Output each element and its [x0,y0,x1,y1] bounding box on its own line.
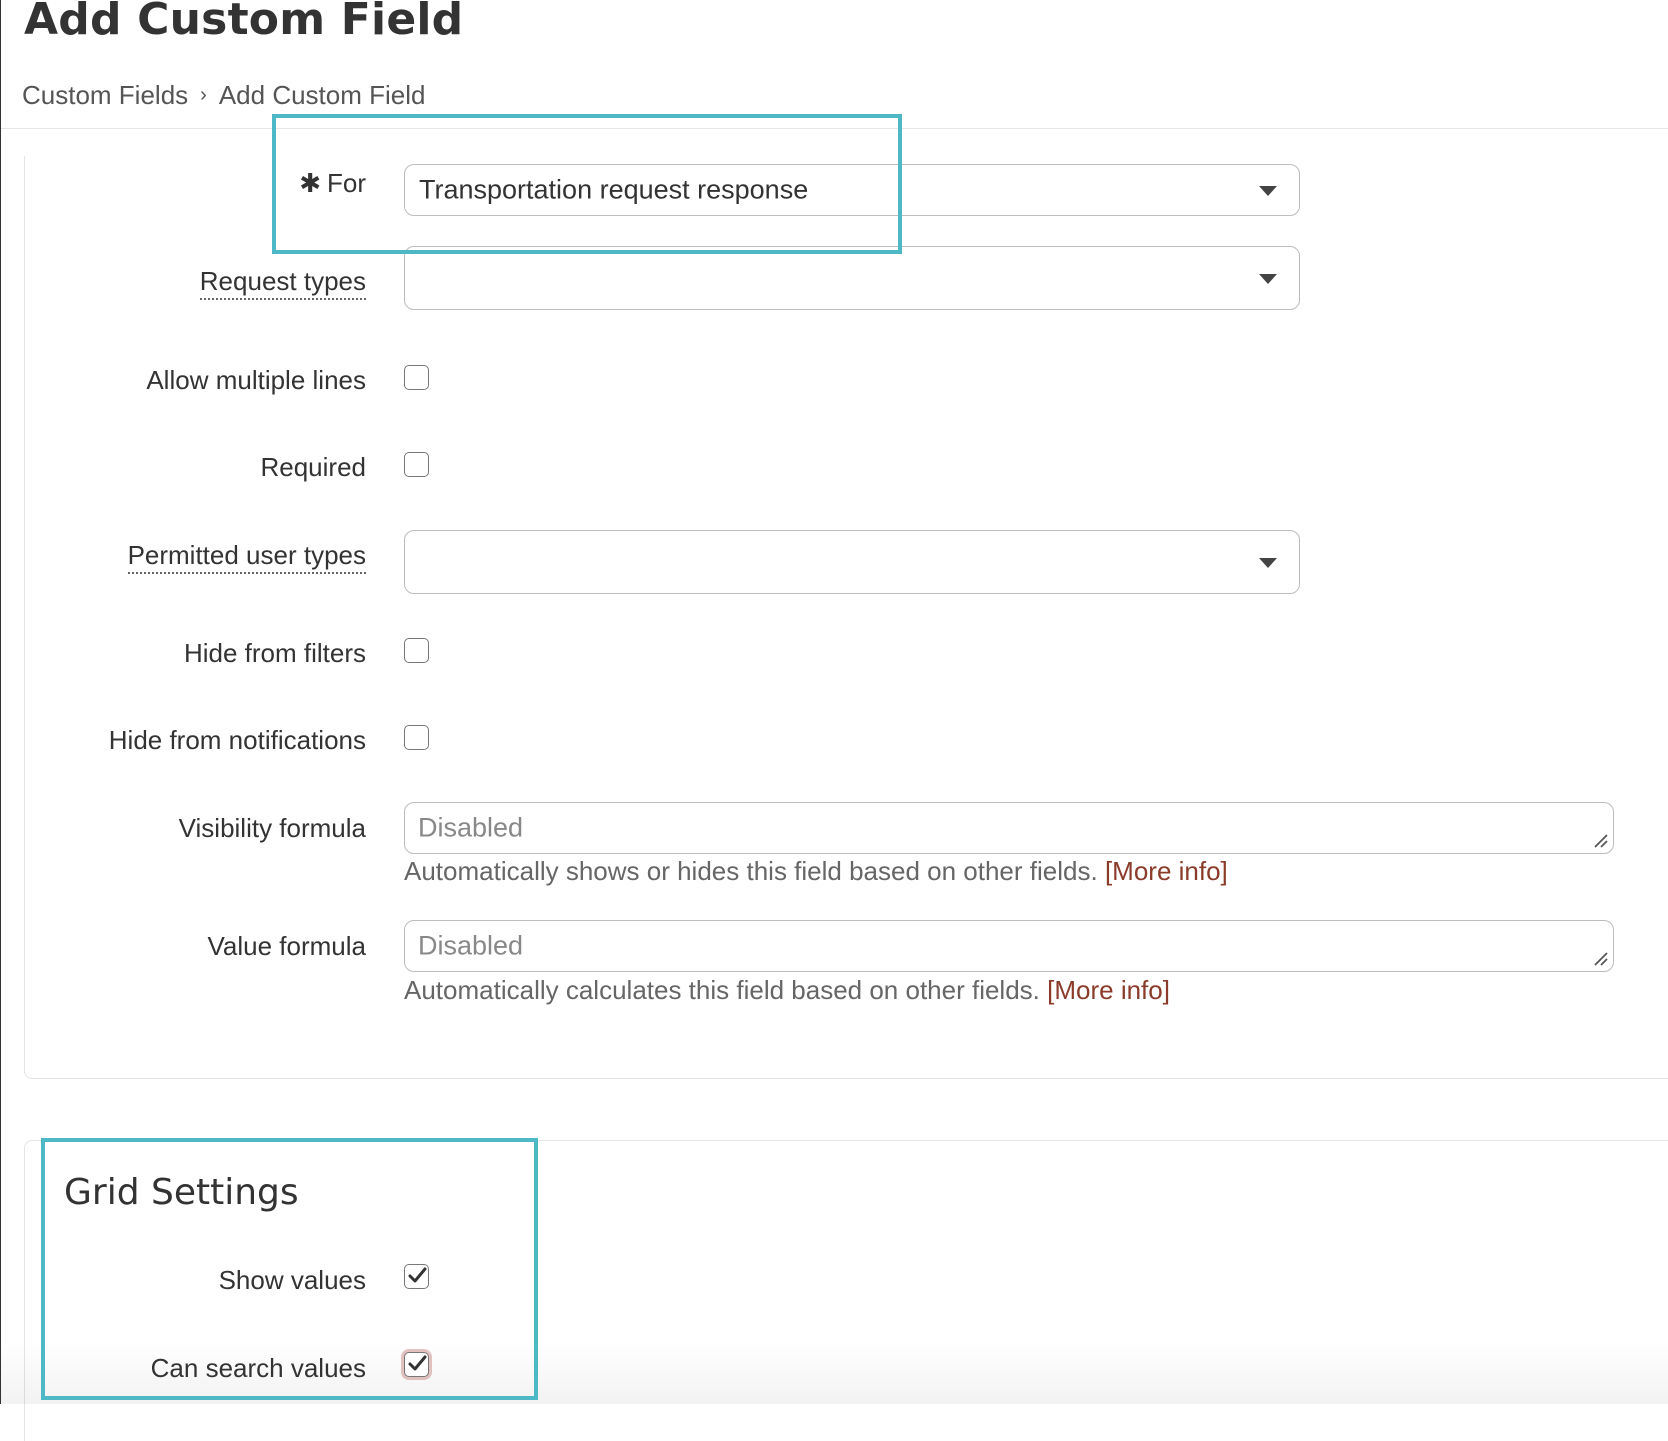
visibility-formula-placeholder: Disabled [418,812,524,843]
hide-from-filters-checkbox[interactable] [404,638,429,663]
breadcrumb-item-add-custom-field: Add Custom Field [218,80,426,110]
page-left-border [0,0,1,1404]
request-types-label: Request types [199,266,366,300]
caret-down-icon [1259,274,1277,284]
allow-multiple-lines-checkbox[interactable] [404,365,429,390]
value-formula-placeholder: Disabled [418,930,524,961]
highlight-box-for-field [272,114,902,254]
resize-handle-icon[interactable] [1593,833,1609,849]
page-title: Add Custom Field [24,0,464,45]
permitted-user-types-label: Permitted user types [127,540,366,574]
hide-from-filters-label: Hide from filters [183,638,366,668]
visibility-formula-more-info-link[interactable]: [More info] [1105,856,1228,886]
permitted-user-types-select[interactable] [404,530,1300,594]
highlight-box-grid-settings [41,1138,538,1400]
request-types-select[interactable] [404,246,1300,310]
visibility-formula-label: Visibility formula [178,813,366,843]
caret-down-icon [1259,186,1277,196]
value-formula-label: Value formula [207,931,367,961]
resize-handle-icon[interactable] [1593,951,1609,967]
breadcrumb: Custom Fields › Add Custom Field [22,80,425,111]
allow-multiple-lines-label: Allow multiple lines [146,365,366,395]
visibility-formula-help: Automatically shows or hides this field … [404,856,1228,886]
value-formula-textarea[interactable]: Disabled [404,920,1614,972]
breadcrumb-item-custom-fields[interactable]: Custom Fields [22,80,188,111]
visibility-formula-textarea[interactable]: Disabled [404,802,1614,854]
value-formula-more-info-link[interactable]: [More info] [1047,975,1170,1005]
required-checkbox[interactable] [404,452,429,477]
breadcrumb-chevron-icon: › [200,84,207,106]
hide-from-notifications-label: Hide from notifications [108,725,366,755]
required-label: Required [260,452,366,482]
hide-from-notifications-checkbox[interactable] [404,725,429,750]
caret-down-icon [1259,558,1277,568]
value-formula-help: Automatically calculates this field base… [404,975,1170,1005]
